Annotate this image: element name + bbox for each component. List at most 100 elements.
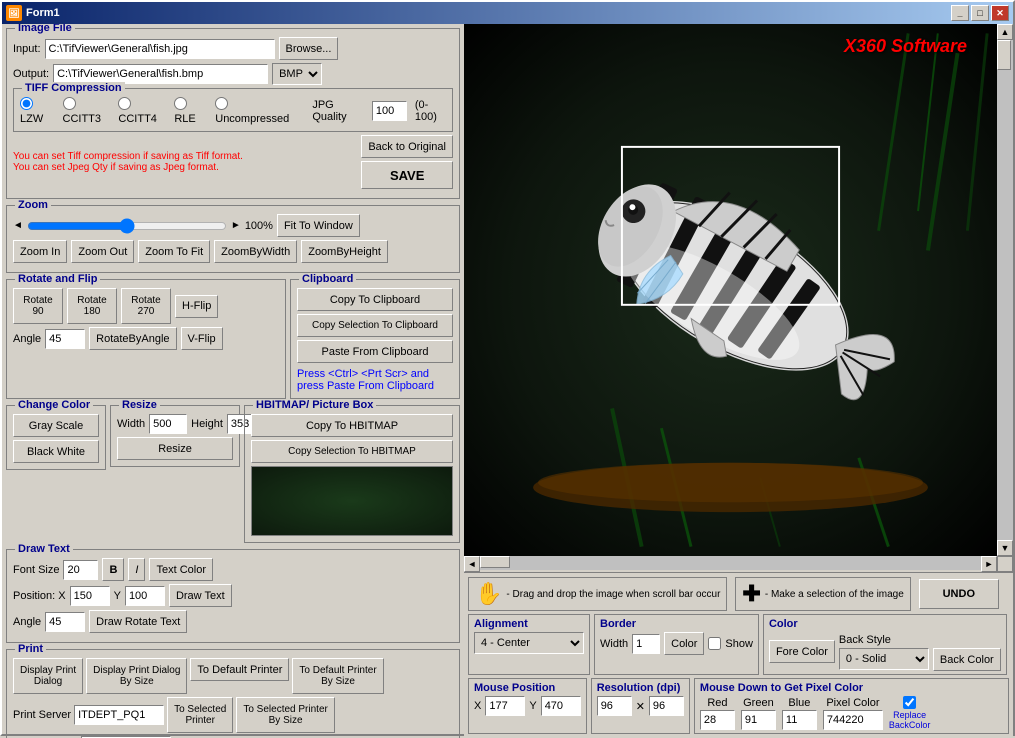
rotate-270-button[interactable]: Rotate 270 (121, 288, 171, 324)
scroll-down-button[interactable]: ▼ (997, 540, 1013, 556)
zoom-to-fit-button[interactable]: Zoom To Fit (138, 240, 210, 263)
zoom-out-button[interactable]: Zoom Out (71, 240, 134, 263)
zoom-by-width-button[interactable]: ZoomByWidth (214, 240, 297, 263)
uncompressed-radio[interactable] (215, 97, 228, 110)
text-color-button[interactable]: Text Color (149, 558, 213, 581)
scroll-track-v[interactable] (997, 40, 1013, 540)
format-select[interactable]: BMP JPG PNG TIF (272, 63, 322, 85)
fish-thumbnail (251, 466, 453, 536)
border-color-button[interactable]: Color (664, 632, 704, 655)
ccitt3-radio-label[interactable]: CCITT3 (63, 97, 111, 125)
ccitt3-radio[interactable] (63, 97, 76, 110)
back-style-select[interactable]: 0 - Solid 1 - Transparent (839, 648, 929, 670)
to-selected-printer-by-size-button[interactable]: To Selected Printer By Size (236, 697, 335, 733)
copy-to-clipboard-button[interactable]: Copy To Clipboard (297, 288, 453, 311)
resolution-x-icon: ✕ (636, 700, 645, 713)
scroll-track-h[interactable] (480, 556, 981, 570)
alignment-select[interactable]: 0 - Left 1 - Right 2 - Top 3 - Bottom 4 … (474, 632, 584, 654)
titlebar-buttons: _ □ ✕ (951, 5, 1009, 21)
lzw-radio[interactable] (20, 97, 33, 110)
zoom-title: Zoom (15, 199, 51, 211)
v-flip-button[interactable]: V-Flip (181, 327, 223, 350)
h-flip-button[interactable]: H-Flip (175, 295, 218, 318)
ccitt4-radio-label[interactable]: CCITT4 (118, 97, 166, 125)
uncompressed-radio-label[interactable]: Uncompressed (215, 97, 294, 125)
copy-selection-hbitmap-button[interactable]: Copy Selection To HBITMAP (251, 440, 453, 463)
replace-checkbox[interactable] (903, 696, 916, 709)
image-area[interactable]: X360 Software (464, 24, 997, 556)
tool-info-row: ✋ - Drag and drop the image when scroll … (468, 577, 1009, 611)
crosshair-icon[interactable]: ✚ (742, 581, 760, 607)
bold-button[interactable]: B (102, 558, 124, 581)
output-label: Output: (13, 68, 49, 80)
paste-from-clipboard-button[interactable]: Paste From Clipboard (297, 340, 453, 363)
resize-button[interactable]: Resize (117, 437, 233, 460)
copy-to-hbitmap-button[interactable]: Copy To HBITMAP (251, 414, 453, 437)
vertical-scrollbar[interactable]: ▲ ▼ (997, 24, 1013, 556)
input-path[interactable] (45, 39, 275, 59)
fore-color-button[interactable]: Fore Color (769, 640, 835, 663)
save-button[interactable]: SAVE (361, 161, 453, 189)
scroll-up-button[interactable]: ▲ (997, 24, 1013, 40)
display-print-dialog-by-size-button[interactable]: Display Print Dialog By Size (86, 658, 187, 694)
rle-radio-label[interactable]: RLE (174, 97, 207, 125)
lzw-radio-label[interactable]: LZW (20, 97, 55, 125)
zoom-by-height-button[interactable]: ZoomByHeight (301, 240, 388, 263)
clipboard-title: Clipboard (299, 273, 356, 285)
mouse-x-label: X (474, 700, 481, 712)
draw-text-button[interactable]: Draw Text (169, 584, 232, 607)
scroll-left-button[interactable]: ◄ (464, 556, 480, 572)
draw-rotate-text-button[interactable]: Draw Rotate Text (89, 610, 187, 633)
pixel-color-value (823, 710, 883, 730)
hand-icon[interactable]: ✋ (475, 581, 502, 607)
horizontal-scrollbar[interactable]: ◄ ► (464, 556, 997, 572)
minimize-button[interactable]: _ (951, 5, 969, 21)
black-white-button[interactable]: Black White (13, 440, 99, 463)
mouse-y-input (541, 696, 581, 716)
angle-input[interactable] (45, 329, 85, 349)
jpg-quality-input[interactable] (372, 101, 407, 121)
rle-radio[interactable] (174, 97, 187, 110)
change-color-title: Change Color (15, 399, 93, 411)
close-button[interactable]: ✕ (991, 5, 1009, 21)
border-show-label: Show (725, 638, 753, 650)
scroll-thumb-h[interactable] (480, 556, 510, 568)
browse-button[interactable]: Browse... (279, 37, 339, 60)
print-server-input[interactable] (74, 705, 164, 725)
rotate-clipboard-row: Rotate and Flip Rotate 90 Rotate 180 Rot… (6, 279, 460, 401)
gray-scale-button[interactable]: Gray Scale (13, 414, 99, 437)
ccitt4-radio[interactable] (118, 97, 131, 110)
to-selected-printer-button[interactable]: To Selected Printer (167, 697, 233, 733)
scroll-right-button[interactable]: ► (981, 556, 997, 572)
width-input[interactable] (149, 414, 187, 434)
blue-label: Blue (788, 697, 810, 709)
display-print-dialog-button[interactable]: Display Print Dialog (13, 658, 83, 694)
color-section-title: Color (769, 618, 1001, 630)
back-to-original-button[interactable]: Back to Original (361, 135, 453, 158)
input-label: Input: (13, 43, 41, 55)
position-x-input[interactable] (70, 586, 110, 606)
fit-to-window-button[interactable]: Fit To Window (277, 214, 360, 237)
rotate-by-angle-button[interactable]: RotateByAngle (89, 327, 176, 350)
rotate-90-button[interactable]: Rotate 90 (13, 288, 63, 324)
output-path[interactable] (53, 64, 268, 84)
copy-selection-clipboard-button[interactable]: Copy Selection To Clipboard (297, 314, 453, 337)
font-size-input[interactable] (63, 560, 98, 580)
draw-angle-input[interactable] (45, 612, 85, 632)
to-default-printer-by-size-button[interactable]: To Default Printer By Size (292, 658, 383, 694)
rotate-180-button[interactable]: Rotate 180 (67, 288, 117, 324)
position-y-input[interactable] (125, 586, 165, 606)
maximize-button[interactable]: □ (971, 5, 989, 21)
main-window: 🖼 Form1 _ □ ✕ Image File Input: Browse..… (0, 0, 1015, 736)
undo-button[interactable]: UNDO (919, 579, 999, 609)
back-color-button[interactable]: Back Color (933, 648, 1001, 671)
zoom-in-button[interactable]: Zoom In (13, 240, 67, 263)
italic-button[interactable]: I (128, 558, 145, 581)
border-show-checkbox[interactable] (708, 637, 721, 650)
zoom-slider[interactable] (27, 218, 227, 234)
resolution-box: Resolution (dpi) ✕ (591, 678, 690, 734)
to-default-printer-button[interactable]: To Default Printer (190, 658, 289, 681)
clipboard-group: Clipboard Copy To Clipboard Copy Selecti… (290, 279, 460, 399)
scroll-thumb-v[interactable] (997, 40, 1011, 70)
border-width-input[interactable] (632, 634, 660, 654)
